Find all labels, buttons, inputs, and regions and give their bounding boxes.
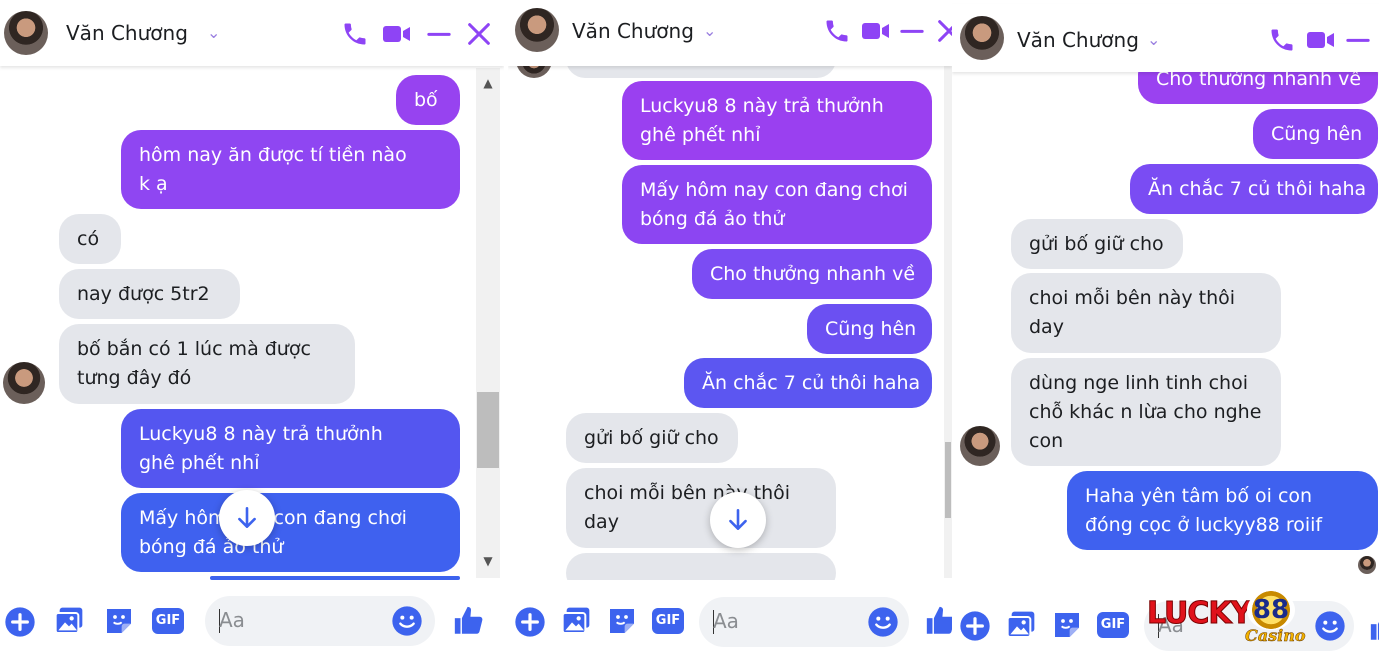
message-bubble[interactable]: Cũng hên [807,304,932,354]
emoji-icon[interactable] [391,605,423,637]
scroll-down-arrow[interactable]: ▼ [478,554,498,568]
image-icon[interactable] [53,605,85,637]
minimize-icon[interactable] [1344,26,1372,54]
phone-icon[interactable] [1268,26,1296,54]
message-bubble[interactable]: gửi bố giữ cho [566,413,738,463]
logo-number-badge: 88 [1247,590,1295,630]
chat-header: Văn Chương ⌄ [508,0,952,66]
gif-icon[interactable]: GIF [152,608,184,634]
phone-icon[interactable] [823,17,851,45]
chat-header: Văn Chương ⌄ [952,4,1379,72]
scroll-up-arrow[interactable]: ▲ [478,76,498,90]
arrow-down-icon [238,506,256,528]
lucky88-casino-logo: LUCKY 88 Casino [1146,586,1307,656]
scrollbar-thumb[interactable] [945,442,951,518]
message-bubble[interactable]: Ăn chắc 7 củ thôi haha [684,358,932,408]
chevron-down-icon[interactable]: ⌄ [703,21,716,40]
contact-avatar[interactable] [960,16,1004,60]
sender-avatar[interactable] [960,426,1000,466]
chat-window-2: Văn Chương ⌄ Luckyu8 8 này trả thưởnh ghê… [508,0,952,671]
scroll-to-bottom-button[interactable] [219,490,275,546]
composer-bar: GIF Aa [508,580,952,670]
chevron-down-icon[interactable]: ⌄ [207,23,220,42]
contact-name[interactable]: Văn Chương [66,21,188,45]
chat-window-1: Văn Chương ⌄ bố hôm nay ăn được tí tiền … [0,0,504,671]
plus-icon[interactable] [514,606,546,638]
plus-icon[interactable] [4,606,36,638]
message-list[interactable]: Cho thưởng nhanh về Cũng hên Ăn chắc 7 c… [952,0,1379,582]
contact-name[interactable]: Văn Chương [572,19,694,43]
arrow-down-icon [729,508,747,530]
message-bubble[interactable]: Mấy hôm nay con đang chơibóng đá ảo thử [121,493,460,572]
message-bubble[interactable]: nay được 5tr2 [59,269,240,319]
gif-label: GIF [1100,617,1126,632]
gif-icon[interactable]: GIF [1097,612,1129,638]
sender-avatar[interactable] [3,362,45,404]
composer-bar: GIF Aa [0,580,504,670]
image-icon[interactable] [1005,609,1037,641]
close-icon[interactable] [465,20,493,48]
image-icon[interactable] [560,605,592,637]
chat-window-3: Văn Chương ⌄ Cho thưởng nhanh về Cũng hê… [952,0,1379,671]
message-input-placeholder: Aa [219,608,245,632]
contact-avatar[interactable] [515,8,559,52]
minimize-icon[interactable] [898,17,926,45]
contact-name[interactable]: Văn Chương [1017,28,1139,52]
logo-tagline-text: Casino [1245,626,1306,646]
message-bubble[interactable]: có [59,214,121,264]
scrollbar[interactable] [944,66,952,578]
phone-icon[interactable] [341,20,369,48]
message-bubble[interactable]: gửi bố giữ cho [1011,219,1183,269]
message-input[interactable]: Aa [699,597,909,647]
like-icon[interactable] [452,604,486,638]
message-bubble[interactable]: Haha yên tâm bố oi con đóng cọc ở luckyy8… [1067,471,1378,550]
emoji-icon[interactable] [867,606,899,638]
message-bubble[interactable]: choi mỗi bên này thôi day [566,468,836,548]
message-bubble[interactable]: bố [396,75,460,125]
scroll-to-bottom-button[interactable] [710,492,766,548]
scrollbar-thumb[interactable] [477,392,499,468]
like-icon[interactable] [1368,610,1379,644]
sticker-icon[interactable] [103,605,135,637]
minimize-icon[interactable] [425,20,453,48]
chat-header: Văn Chương ⌄ [0,0,504,66]
chevron-down-icon[interactable]: ⌄ [1147,30,1160,49]
gif-label: GIF [655,613,681,628]
message-list[interactable]: Luckyu8 8 này trả thưởnh ghê phết nhỉ Mấy… [508,0,952,593]
message-bubble[interactable]: dùng nge linh tinh choi chỗ khác n lừa ch… [1011,358,1281,466]
video-call-icon[interactable] [861,17,891,45]
logo-brand-text: LUCKY [1146,596,1252,632]
message-input[interactable]: Aa [205,596,435,646]
sticker-icon[interactable] [606,605,638,637]
gif-icon[interactable]: GIF [652,608,684,634]
read-receipt-avatar [1358,556,1376,574]
sticker-icon[interactable] [1051,609,1083,641]
gif-label: GIF [155,613,181,628]
message-bubble[interactable]: hôm nay ăn được tí tiền nào k ạ [121,130,460,209]
close-icon[interactable] [935,17,952,45]
message-bubble[interactable]: Mấy hôm nay con đang chơibóng đá ảo thử [622,165,932,244]
message-bubble[interactable]: Cũng hên [1253,109,1378,159]
video-call-icon[interactable] [1306,26,1336,54]
message-bubble[interactable]: choi mỗi bên này thôi day [1011,273,1281,353]
contact-avatar[interactable] [4,11,48,55]
message-bubble[interactable]: Ăn chắc 7 củ thôi haha [1130,164,1378,214]
like-icon[interactable] [924,604,952,638]
message-bubble[interactable]: Cho thưởng nhanh về [692,249,932,299]
message-bubble[interactable]: Luckyu8 8 này trả thưởnh ghê phết nhỉ [622,81,932,160]
scrollbar[interactable]: ▲ ▼ [476,68,500,578]
video-call-icon[interactable] [382,20,412,48]
message-bubble[interactable]: Luckyu8 8 này trả thưởnh ghê phết nhỉ [121,409,460,488]
message-input-placeholder: Aa [713,609,739,633]
message-bubble[interactable]: bố bắn có 1 lúc mà được tưng đây đó [59,324,355,404]
emoji-icon[interactable] [1314,610,1346,642]
plus-icon[interactable] [959,610,991,642]
